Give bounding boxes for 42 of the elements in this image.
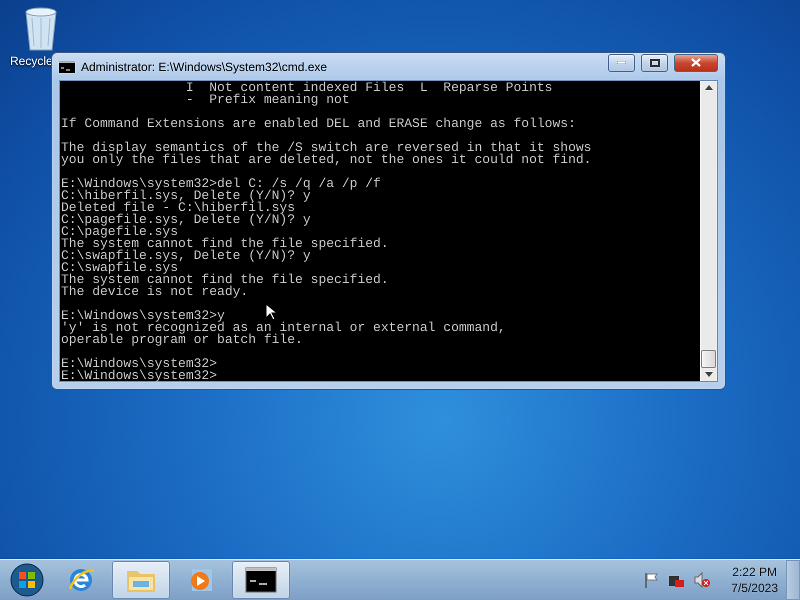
scroll-down-icon[interactable] xyxy=(704,372,712,377)
console-line: The display semantics of the /S switch are reversed in that it shows xyxy=(61,142,592,154)
console-line: - Prefix meaning not xyxy=(184,94,350,106)
console-line: operable program or batch file. xyxy=(61,334,303,346)
console-line: I Not content indexed Files L Reparse Points xyxy=(184,82,552,94)
minimize-icon xyxy=(617,61,626,64)
icon-label[interactable]: Recycle xyxy=(10,54,53,68)
console-line: If Command Extensions are enabled DEL and ERASE change as follows: xyxy=(61,118,576,130)
console-line: C:\pagefile.sys xyxy=(61,226,178,238)
console-line: 'y' is not recognized as an internal or external command, xyxy=(61,322,506,334)
console-line: E:\Windows\system32> xyxy=(61,370,218,382)
console-line: E:\Windows\system32> xyxy=(61,358,218,370)
clock[interactable]: 2:22 PM 7/5/2023 xyxy=(731,564,778,596)
console-icon xyxy=(59,60,75,72)
console-icon xyxy=(245,567,277,593)
console-line: E:\Windows\system32>del C: /s /q /a /p /f xyxy=(61,178,381,190)
console-line: C:\pagefile.sys, Delete (Y/N)? y xyxy=(61,214,311,226)
console-line: Deleted file - C:\hiberfil.sys xyxy=(61,202,296,214)
console-line: C:\hiberfil.sys, Delete (Y/N)? y xyxy=(61,190,311,202)
taskbar-button[interactable] xyxy=(232,561,290,599)
console-line: The device is not ready. xyxy=(61,286,248,298)
mouse-cursor-icon xyxy=(265,303,277,321)
console-line: C:\swapfile.sys xyxy=(61,262,178,274)
console-line: C:\swapfile.sys, Delete (Y/N)? y xyxy=(61,250,311,262)
scroll-thumb[interactable] xyxy=(701,350,716,368)
console-line: E:\Windows\system32>y xyxy=(61,310,225,322)
start-orb-icon xyxy=(9,562,45,598)
scroll-up-icon[interactable] xyxy=(704,85,712,90)
window-title: Administrator: E:\Windows\System32\cmd.exe xyxy=(81,60,328,74)
clock-time: 2:22 PM xyxy=(732,564,777,580)
maximize-button[interactable] xyxy=(641,54,668,72)
clock-date: 7/5/2023 xyxy=(731,580,778,596)
console-line: The system cannot find the file specified. xyxy=(61,238,389,250)
flag-icon[interactable] xyxy=(643,572,660,588)
close-icon xyxy=(691,58,701,67)
scrollbar[interactable] xyxy=(700,81,717,381)
console-line: The system cannot find the file specified. xyxy=(61,274,389,286)
minimize-button[interactable] xyxy=(608,54,635,72)
close-button[interactable] xyxy=(674,54,718,72)
console-line: you only the files that are deleted, not the ones it could not find. xyxy=(61,154,592,166)
speaker-muted-icon[interactable] xyxy=(693,572,712,588)
maximize-icon xyxy=(650,58,660,66)
